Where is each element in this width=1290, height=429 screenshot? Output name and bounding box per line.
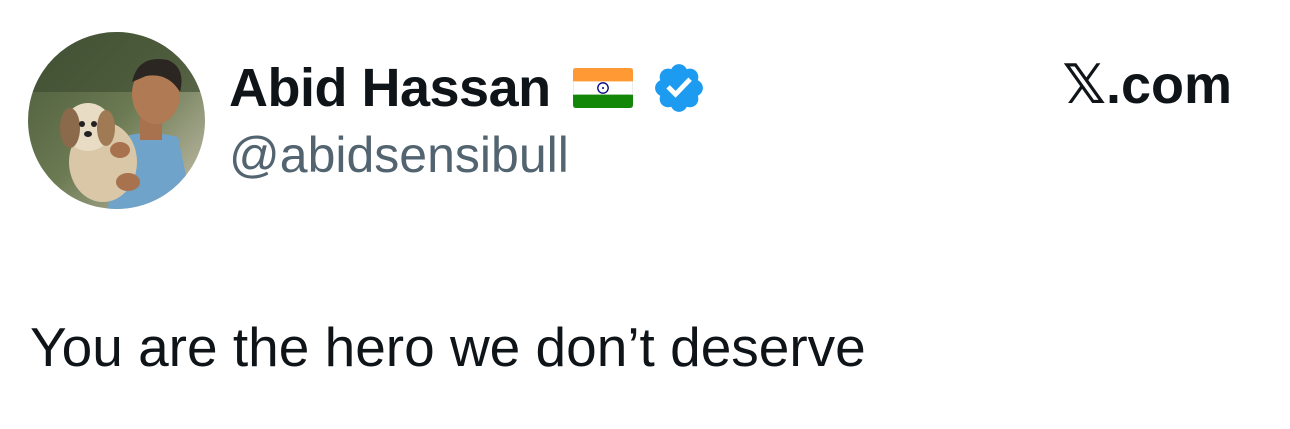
x-logo-icon: 𝕏 [1062,53,1106,116]
india-flag-icon [572,68,633,108]
display-name[interactable]: Abid Hassan [229,61,551,115]
brand-domain-suffix: .com [1105,55,1232,115]
x-com-brand[interactable]: 𝕏 .com [1062,53,1232,116]
tweet-text: You are the hero we don’t deserve [30,316,866,378]
author-handle[interactable]: @abidsensibull [229,130,569,180]
verified-badge-icon[interactable] [651,60,707,116]
avatar[interactable] [28,32,205,209]
profile-photo-icon [28,32,205,209]
author-name-row: Abid Hassan [229,52,707,124]
